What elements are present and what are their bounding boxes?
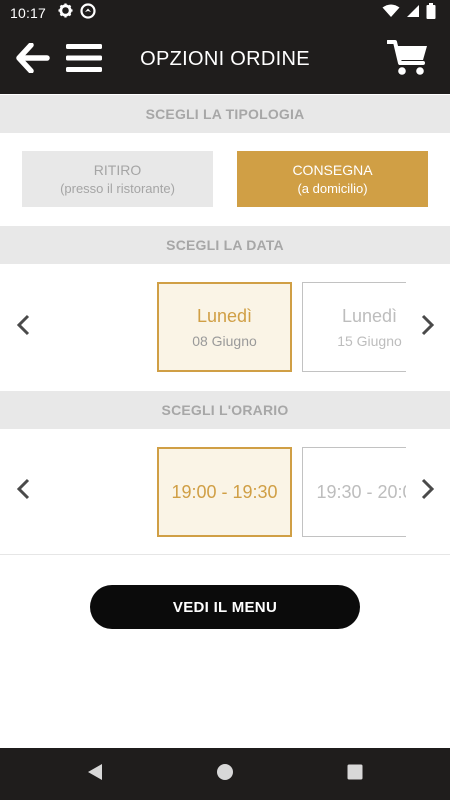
status-bar: 10:17 bbox=[0, 0, 450, 26]
date-carousel[interactable]: Lunedì 08 Giugno Lunedì 15 Giugno bbox=[156, 282, 406, 372]
time-slot-label: 19:00 - 19:30 bbox=[171, 481, 278, 502]
time-slot[interactable]: 19:30 - 20:00 bbox=[302, 447, 406, 537]
pickup-option-label: RITIRO bbox=[93, 162, 142, 178]
square-recents-icon bbox=[347, 764, 363, 785]
cart-icon bbox=[386, 39, 429, 82]
chevron-left-icon bbox=[16, 314, 30, 341]
system-recents-button[interactable] bbox=[345, 764, 365, 784]
date-card-day: Lunedì bbox=[196, 305, 253, 326]
battery-icon bbox=[426, 2, 436, 24]
date-card[interactable]: Lunedì 15 Giugno bbox=[302, 282, 406, 372]
system-nav-bar bbox=[0, 748, 450, 800]
pickup-option-sublabel: (presso il ristorante) bbox=[60, 181, 175, 196]
date-section-header: SCEGLI LA DATA bbox=[0, 226, 450, 264]
date-card-date: 08 Giugno bbox=[192, 332, 257, 349]
date-prev-button[interactable] bbox=[8, 310, 38, 344]
vpn-icon bbox=[80, 2, 96, 24]
chevron-left-icon bbox=[16, 478, 30, 505]
gear-icon bbox=[58, 3, 73, 23]
page-title: OPZIONI ORDINE bbox=[140, 48, 310, 70]
date-card-selected[interactable]: Lunedì 08 Giugno bbox=[157, 282, 292, 372]
app-bar: OPZIONI ORDINE bbox=[0, 26, 450, 94]
wifi-icon bbox=[382, 4, 400, 23]
pickup-option-button[interactable]: RITIRO (presso il ristorante) bbox=[22, 151, 213, 207]
cart-button[interactable] bbox=[386, 39, 430, 82]
time-slot-selected[interactable]: 19:00 - 19:30 bbox=[157, 447, 292, 537]
chevron-right-icon bbox=[421, 314, 435, 341]
divider bbox=[0, 554, 450, 555]
triangle-back-icon bbox=[87, 763, 103, 786]
date-card-date: 15 Giugno bbox=[337, 332, 402, 349]
delivery-option-button[interactable]: CONSEGNA (a domicilio) bbox=[237, 151, 428, 207]
signal-icon bbox=[406, 4, 420, 23]
date-card-day: Lunedì bbox=[341, 305, 398, 326]
system-back-button[interactable] bbox=[85, 763, 105, 786]
delivery-option-sublabel: (a domicilio) bbox=[297, 181, 368, 196]
time-section-header: SCEGLI L'ORARIO bbox=[0, 391, 450, 429]
delivery-option-label: CONSEGNA bbox=[292, 162, 373, 178]
system-home-button[interactable] bbox=[215, 763, 235, 786]
time-prev-button[interactable] bbox=[8, 474, 38, 508]
time-next-button[interactable] bbox=[413, 474, 443, 508]
circle-home-icon bbox=[216, 763, 234, 786]
view-menu-button[interactable]: VEDI IL MENU bbox=[90, 585, 360, 629]
date-next-button[interactable] bbox=[413, 310, 443, 344]
status-time: 10:17 bbox=[10, 5, 47, 21]
time-carousel[interactable]: 19:00 - 19:30 19:30 - 20:00 bbox=[156, 447, 406, 537]
chevron-right-icon bbox=[421, 478, 435, 505]
type-section-header: SCEGLI LA TIPOLOGIA bbox=[0, 95, 450, 133]
time-slot-label: 19:30 - 20:00 bbox=[316, 481, 406, 502]
